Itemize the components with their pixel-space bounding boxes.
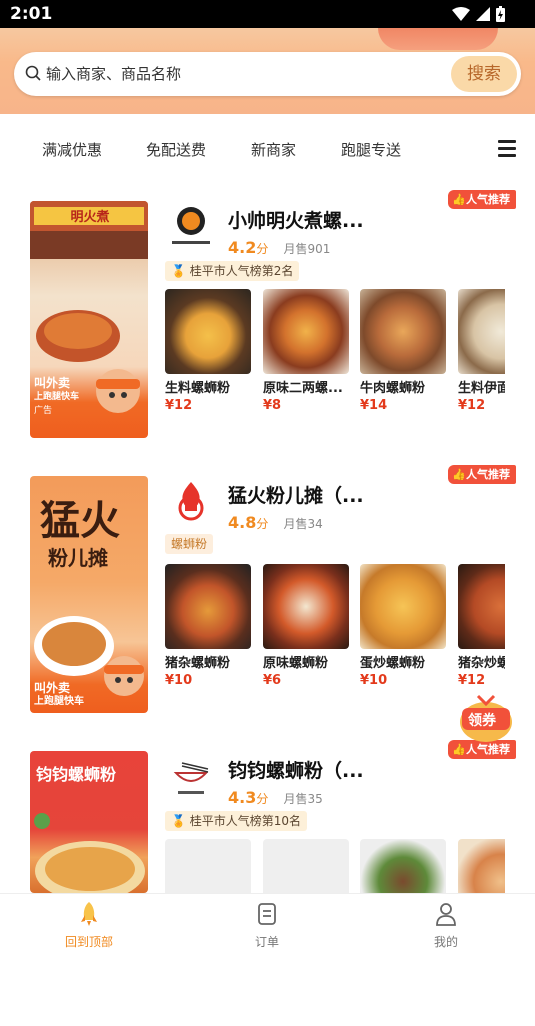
dish-item[interactable] xyxy=(263,839,349,894)
shop-name[interactable]: 猛火粉儿摊（... xyxy=(228,481,364,508)
dish-item[interactable]: 生料伊面 ¥12 xyxy=(458,289,505,413)
thumbs-up-icon: 👍 xyxy=(452,468,466,481)
category-tag: 螺蛳粉 xyxy=(165,534,214,554)
signal-icon xyxy=(476,7,490,21)
popular-badge: 👍人气推荐 xyxy=(448,190,516,209)
dish-item[interactable] xyxy=(458,839,505,894)
order-icon xyxy=(258,903,276,925)
filter-tabs: 满减优惠 免配送费 新商家 跑腿专送 xyxy=(0,114,535,184)
status-bar: 2:01 xyxy=(0,0,535,28)
bottom-nav: 回到顶部 订单 我的 xyxy=(0,893,535,951)
dish-image xyxy=(360,289,446,374)
shop-rating: 4.8分 月售34 xyxy=(228,513,323,532)
shop-name[interactable]: 小帅明火煮螺... xyxy=(228,206,364,233)
poster-art xyxy=(34,616,144,696)
shop-poster: 钧钧螺蛳粉 xyxy=(30,751,148,893)
shop-name[interactable]: 钧钧螺蛳粉（... xyxy=(228,756,364,783)
shop-poster: 明火煮 叫外卖 上跑腿快车 广告 xyxy=(30,201,148,438)
dish-item[interactable]: 猪杂炒螺 ¥12 xyxy=(458,564,505,688)
medal-icon: 🏅 xyxy=(171,814,186,828)
tab-discount[interactable]: 满减优惠 xyxy=(42,139,102,160)
dish-image xyxy=(263,564,349,649)
dish-item[interactable]: 牛肉螺蛳粉 ¥14 xyxy=(360,289,446,413)
shop-card[interactable]: 猛火 粉儿摊 叫外卖 上跑腿快车 猛火粉儿摊（... 👍人气推荐 4.8分 月售… xyxy=(0,465,535,751)
dish-list xyxy=(165,839,505,894)
shop-card[interactable]: 钧钧螺蛳粉 钧钧螺蛳粉（... 👍人气推荐 4.3分 月售35 🏅 桂平市人气榜… xyxy=(0,740,535,1026)
wifi-icon xyxy=(452,7,470,21)
tab-new-shops[interactable]: 新商家 xyxy=(251,139,296,160)
dish-list: 生料螺蛳粉 ¥12 原味二两螺... ¥8 牛肉螺蛳粉 ¥14 生料伊面 ¥12 xyxy=(165,289,505,419)
coupon-label: 领券 xyxy=(468,713,496,729)
search-button[interactable]: 搜索 xyxy=(451,56,517,92)
dish-item[interactable] xyxy=(165,839,251,894)
shop-logo xyxy=(178,482,204,521)
monthly-sales: 月售34 xyxy=(283,517,323,531)
tab-errand[interactable]: 跑腿专送 xyxy=(341,139,401,160)
ranking-tag: 🏅 桂平市人气榜第2名 xyxy=(165,261,300,281)
battery-icon xyxy=(496,6,505,22)
shop-logo xyxy=(172,207,210,244)
dish-item[interactable]: 蛋炒螺蛳粉 ¥10 xyxy=(360,564,446,688)
thumbs-up-icon: 👍 xyxy=(452,743,466,756)
nav-mine[interactable]: 我的 xyxy=(406,901,486,950)
header-decoration xyxy=(378,28,498,50)
shop-rating: 4.2分 月售901 xyxy=(228,238,331,257)
search-bar[interactable]: 输入商家、商品名称 搜索 xyxy=(14,52,521,96)
poster-caption: 叫外卖 上跑腿快车 广告 xyxy=(34,376,80,416)
user-icon xyxy=(436,903,456,926)
shop-rating: 4.3分 月售35 xyxy=(228,788,323,807)
dish-item[interactable]: 原味螺蛳粉 ¥6 xyxy=(263,564,349,688)
dish-image xyxy=(360,839,446,894)
popular-badge: 👍人气推荐 xyxy=(448,465,516,484)
dish-list: 猪杂螺蛳粉 ¥10 原味螺蛳粉 ¥6 蛋炒螺蛳粉 ¥10 猪杂炒螺 ¥12 xyxy=(165,564,505,694)
nav-orders[interactable]: 订单 xyxy=(227,901,307,950)
thumbs-up-icon: 👍 xyxy=(452,193,466,206)
dish-item[interactable]: 生料螺蛳粉 ¥12 xyxy=(165,289,251,413)
ad-label: 广告 xyxy=(34,406,53,416)
shop-poster: 猛火 粉儿摊 叫外卖 上跑腿快车 xyxy=(30,476,148,713)
dish-image xyxy=(458,289,505,374)
dish-image xyxy=(360,564,446,649)
monthly-sales: 月售901 xyxy=(283,242,331,256)
dish-image xyxy=(165,564,251,649)
tab-free-delivery[interactable]: 免配送费 xyxy=(146,139,206,160)
poster-art xyxy=(34,813,145,893)
shop-logo xyxy=(173,762,209,794)
dish-image xyxy=(458,839,505,894)
search-icon xyxy=(25,65,41,81)
nav-back-to-top[interactable]: 回到顶部 xyxy=(49,901,129,950)
dish-image xyxy=(458,564,505,649)
dish-image xyxy=(263,289,349,374)
coupon-button[interactable]: 领券 xyxy=(456,692,516,744)
search-input[interactable]: 输入商家、商品名称 xyxy=(46,63,181,84)
monthly-sales: 月售35 xyxy=(283,792,323,806)
dish-item[interactable]: 原味二两螺... ¥8 xyxy=(263,289,349,413)
ranking-tag: 🏅 桂平市人气榜第10名 xyxy=(165,811,308,831)
poster-caption: 叫外卖 上跑腿快车 xyxy=(34,681,84,707)
rocket-icon xyxy=(81,902,97,926)
svg-text:明火煮: 明火煮 xyxy=(70,209,109,225)
header: 输入商家、商品名称 搜索 xyxy=(0,28,535,114)
medal-icon: 🏅 xyxy=(171,264,186,278)
status-icons xyxy=(452,6,505,22)
dish-image xyxy=(165,289,251,374)
status-time: 2:01 xyxy=(10,4,53,24)
dish-image-placeholder xyxy=(165,839,251,894)
shop-card[interactable]: 明火煮 叫外卖 上跑腿快车 广告 小帅明火煮螺... 👍人气推荐 4.2分 月售… xyxy=(0,190,535,476)
dish-item[interactable] xyxy=(360,839,446,894)
menu-icon[interactable] xyxy=(498,140,516,157)
dish-image-placeholder xyxy=(263,839,349,894)
dish-item[interactable]: 猪杂螺蛳粉 ¥10 xyxy=(165,564,251,688)
